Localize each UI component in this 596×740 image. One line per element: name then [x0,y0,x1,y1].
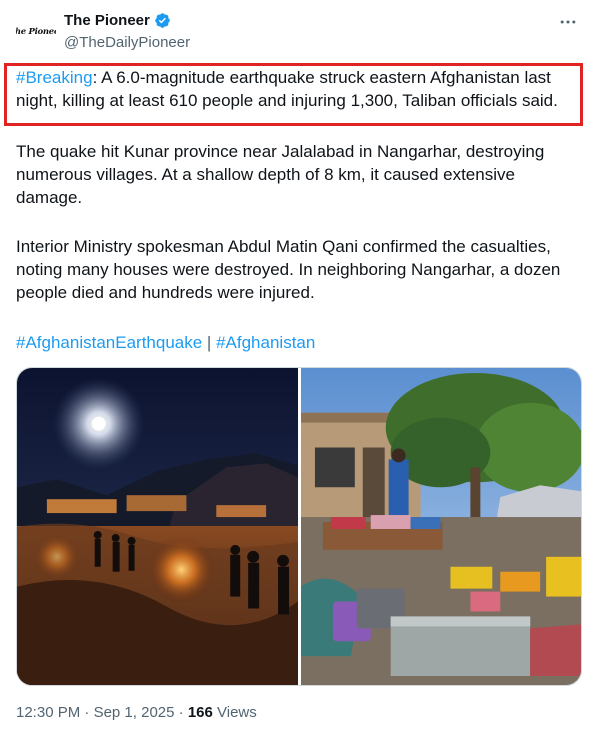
hashtag-separator: | [202,333,217,352]
tweet-header: The Pioneer The Pioneer @TheDailyPioneer [16,10,582,54]
tweet-lead-paragraph: #Breaking: A 6.0-magnitude earthquake st… [16,66,582,112]
tweet-paragraph-2: The quake hit Kunar province near Jalala… [16,142,545,207]
photo-night-rubble[interactable] [17,368,298,685]
tweet-time[interactable]: 12:30 PM [16,704,80,721]
verified-badge-icon [155,13,170,28]
photo-daytime-belongings[interactable] [301,368,581,685]
display-name[interactable]: The Pioneer [64,12,150,29]
tweet-date[interactable]: Sep 1, 2025 [94,704,175,721]
views-count: 166 [187,704,213,721]
hashtag-afghanistan[interactable]: #Afghanistan [216,333,315,352]
hashtag-row: #AfghanistanEarthquake | #Afghanistan [16,331,582,354]
tweet-meta: 12:30 PM · Sep 1, 2025 · 166 Views [16,704,257,721]
more-horizontal-icon [560,20,576,24]
meta-dot-1: · [80,704,94,721]
name-row: The Pioneer [64,12,171,29]
meta-dot-2: · [174,704,188,721]
lead-text: : A 6.0-magnitude earthquake struck east… [16,68,558,110]
more-options-button[interactable] [556,10,580,34]
hashtag-afghanistan-earthquake[interactable]: #AfghanistanEarthquake [16,333,202,352]
media-grid [16,367,582,686]
avatar-logo-text: The Pioneer [16,27,56,37]
handle[interactable]: @TheDailyPioneer [64,34,190,51]
tweet-paragraph-3: Interior Ministry spokesman Abdul Matin … [16,237,561,302]
views-label: Views [212,704,257,721]
hashtag-breaking[interactable]: #Breaking [16,68,93,87]
avatar[interactable]: The Pioneer [16,12,56,52]
